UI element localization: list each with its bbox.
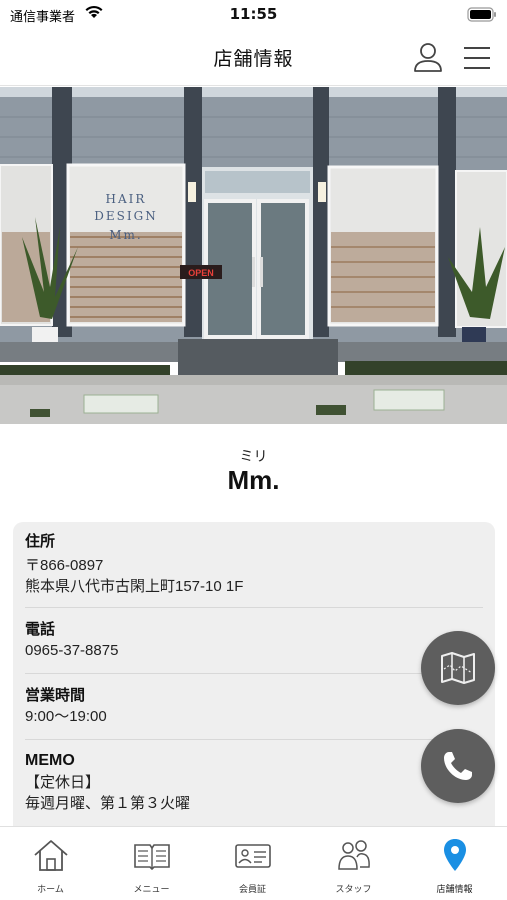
bottom-tab-bar: ホーム メニュー 会員証 スタッフ 店舗情報 <box>0 826 507 900</box>
map-icon <box>441 652 475 684</box>
business-hours: 9:00〜19:00 <box>25 708 107 725</box>
tab-shop-info-label: 店舗情報 <box>436 885 473 895</box>
address-row: 住所 〒866-0897 熊本県八代市古閑上町157-10 1F <box>25 530 483 608</box>
location-pin-icon <box>444 839 466 871</box>
shop-info-card: 住所 〒866-0897 熊本県八代市古閑上町157-10 1F 電話 0965… <box>13 522 495 842</box>
window-sign-line-2: DESIGN <box>94 209 157 223</box>
member-card-icon <box>235 844 271 868</box>
memo-line-1: 【定休日】 <box>25 774 101 791</box>
memo-line-2: 毎週月曜、第１第３火曜 <box>25 795 191 812</box>
tab-staff[interactable]: スタッフ <box>303 827 404 900</box>
tab-home-label: ホーム <box>37 885 64 895</box>
open-sign-text: OPEN <box>188 268 214 278</box>
call-button[interactable] <box>421 729 495 803</box>
battery-icon <box>467 7 496 22</box>
hours-row: 営業時間 9:00〜19:00 <box>25 684 483 740</box>
tab-shop-info[interactable]: 店舗情報 <box>404 827 505 900</box>
tab-menu-label: メニュー <box>133 885 170 895</box>
phone-label: 電話 <box>25 620 56 638</box>
window-sign-line-3: Mm. <box>109 228 142 242</box>
address-label: 住所 <box>25 532 56 550</box>
window-sign-line-1: HAIR <box>106 192 147 206</box>
tab-menu[interactable]: メニュー <box>101 827 202 900</box>
tab-home[interactable]: ホーム <box>0 827 101 900</box>
tab-member-card-label: 会員証 <box>238 885 266 895</box>
staff-icon <box>338 840 370 870</box>
map-button[interactable] <box>421 631 495 705</box>
account-button[interactable] <box>410 40 446 76</box>
shop-name: Mm. <box>227 465 280 495</box>
shop-name-reading: ミリ <box>239 449 268 465</box>
header: 店舗情報 <box>0 30 507 86</box>
hamburger-menu-icon <box>464 47 490 69</box>
phone-icon <box>444 752 472 780</box>
postal-code: 〒866-0897 <box>25 557 104 574</box>
phone-number[interactable]: 0965-37-8875 <box>25 640 483 661</box>
menu-button[interactable] <box>460 42 494 74</box>
status-time: 11:55 <box>229 5 278 23</box>
tab-staff-label: スタッフ <box>335 885 372 895</box>
memo-row: MEMO 【定休日】 毎週月曜、第１第３火曜 <box>25 750 483 830</box>
hours-label: 営業時間 <box>25 686 86 704</box>
tab-member-card[interactable]: 会員証 <box>202 827 303 900</box>
memo-label: MEMO <box>25 752 75 769</box>
address-text[interactable]: 熊本県八代市古閑上町157-10 1F <box>25 576 483 597</box>
storefront-photo: OPEN HAIR DESIGN Mm. <box>0 87 507 424</box>
status-bar: 通信事業者 11:55 <box>0 0 507 30</box>
user-icon <box>414 43 442 72</box>
phone-row: 電話 0965-37-8875 <box>25 618 483 674</box>
book-icon <box>134 844 170 871</box>
home-icon <box>34 840 68 871</box>
